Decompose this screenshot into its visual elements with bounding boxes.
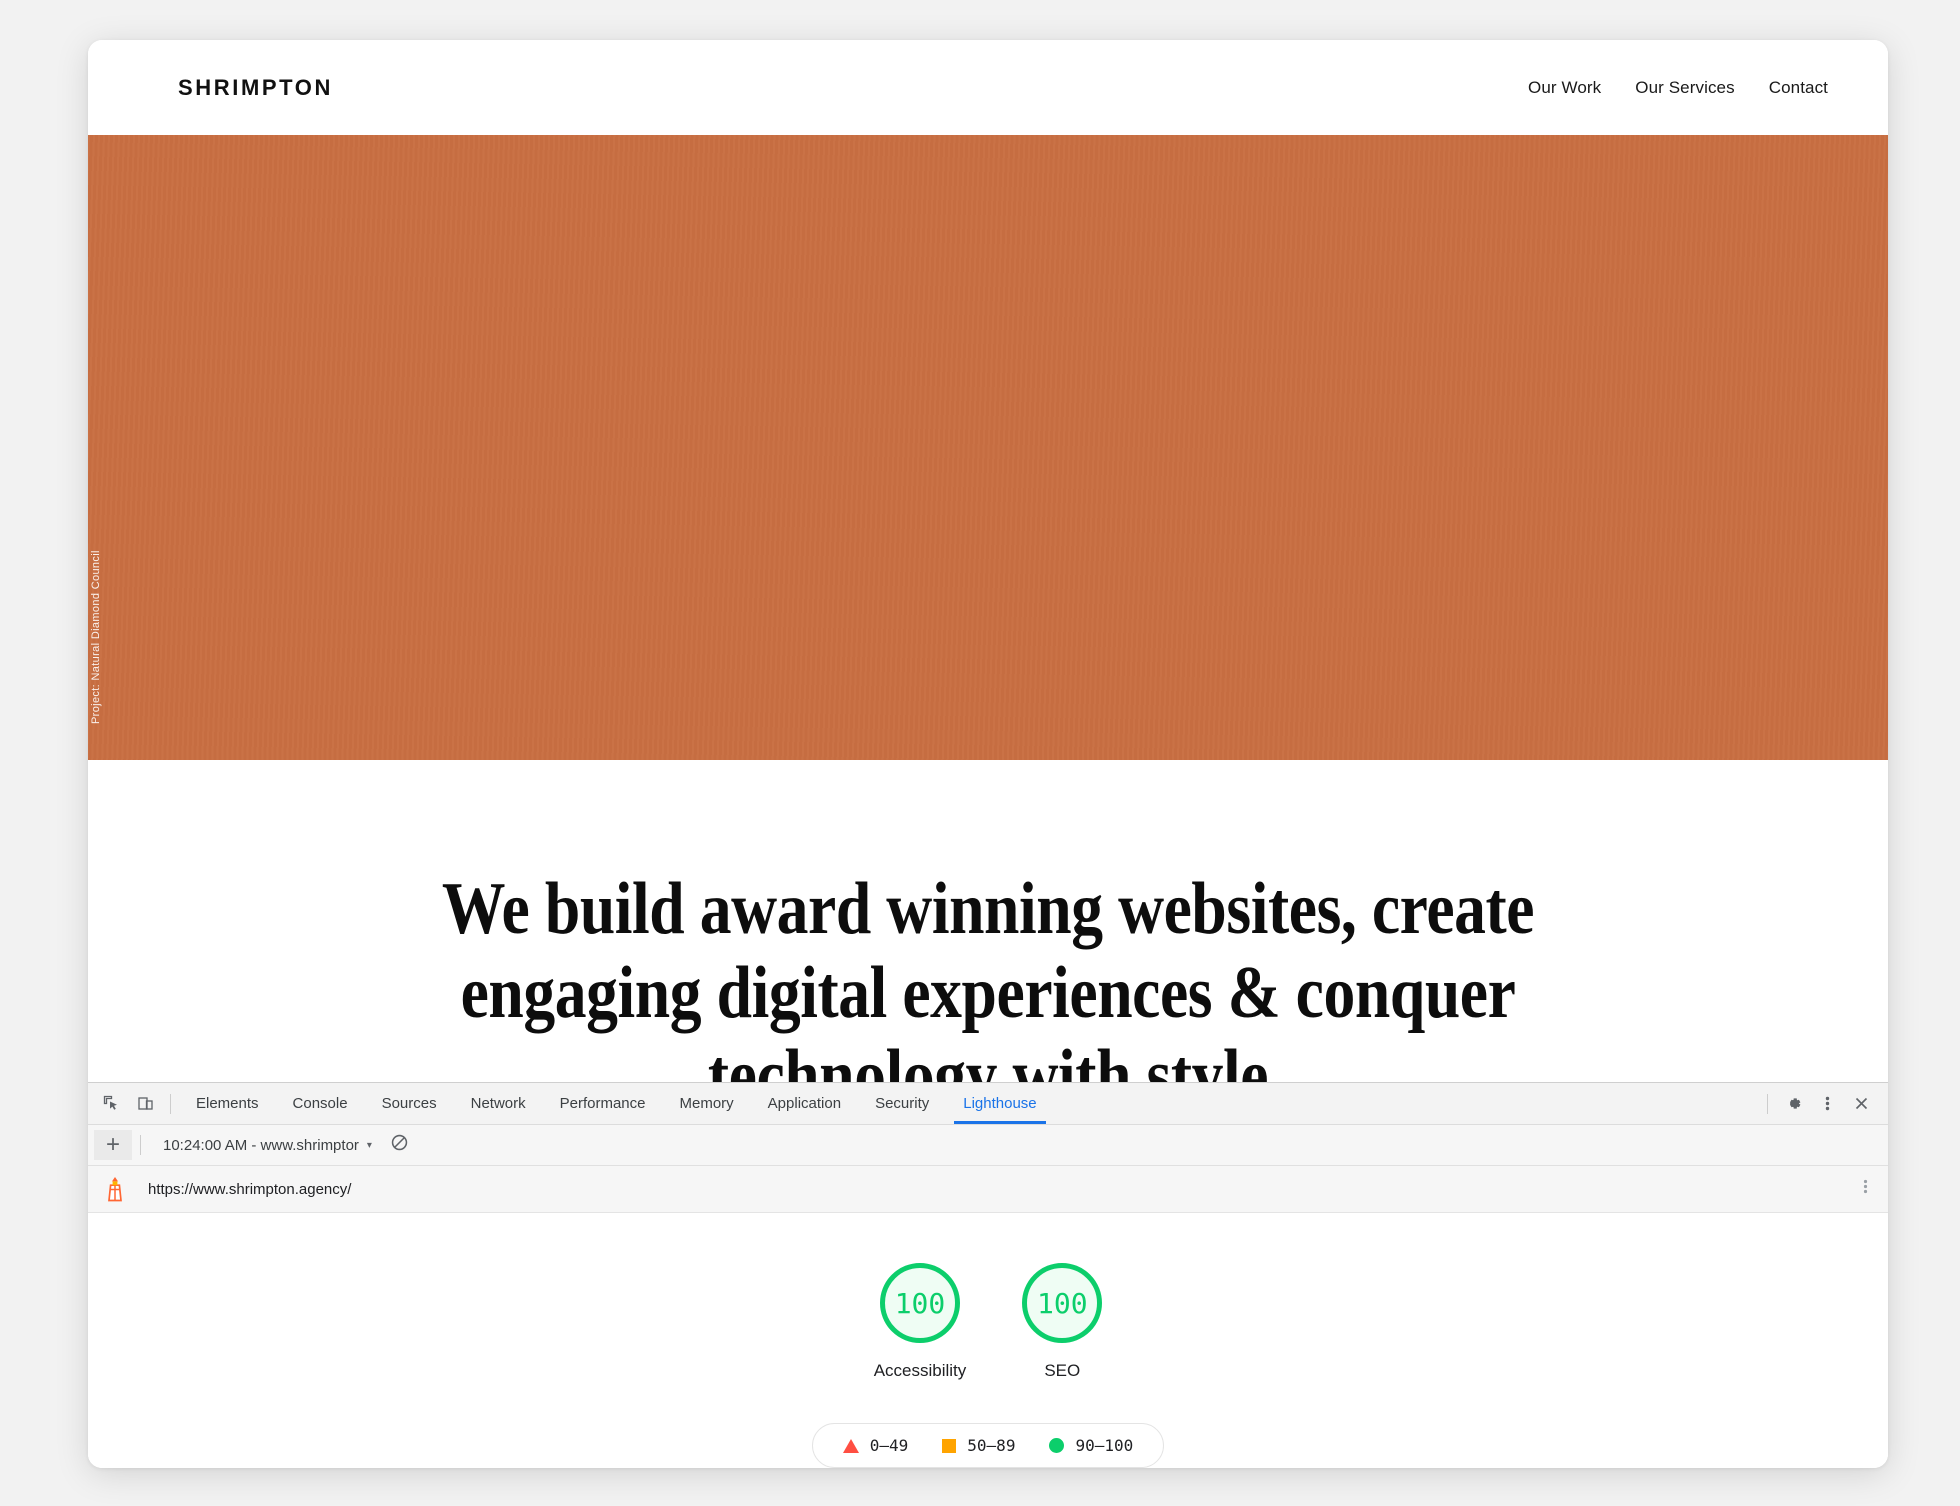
run-selector-label: 10:24:00 AM - www.shrimptor (163, 1136, 359, 1154)
headline-section: We build award winning websites, create … (88, 760, 1888, 1119)
tab-application[interactable]: Application (751, 1083, 858, 1124)
gauge-seo[interactable]: 100 SEO (1022, 1263, 1103, 1381)
gauge-score-accessibility: 100 (880, 1263, 960, 1343)
gauge-label-accessibility: Accessibility (873, 1361, 967, 1380)
gauge-accessibility[interactable]: 100 Accessibility (873, 1263, 967, 1381)
lighthouse-icon (104, 1176, 126, 1202)
devtools-panel: Elements Console Sources Network Perform… (88, 1082, 1888, 1468)
gear-icon[interactable] (1776, 1089, 1810, 1119)
tab-performance[interactable]: Performance (543, 1083, 663, 1124)
tab-lighthouse[interactable]: Lighthouse (946, 1083, 1053, 1125)
triangle-icon (842, 1438, 859, 1453)
nav-item-contact[interactable]: Contact (1769, 78, 1828, 98)
score-gauges: 100 Accessibility 100 SEO (874, 1263, 1103, 1381)
chevron-down-icon: ▾ (366, 1139, 372, 1151)
legend-item-average: 50–89 (942, 1436, 1015, 1455)
lighthouse-report: 100 Accessibility 100 SEO 0–49 50–89 90–… (88, 1213, 1888, 1468)
score-legend: 0–49 50–89 90–100 (811, 1423, 1165, 1468)
legend-range-pass: 90–100 (1075, 1436, 1134, 1455)
gauge-score-seo: 100 (1022, 1263, 1103, 1343)
tab-memory[interactable]: Memory (663, 1083, 751, 1124)
hero-section: Project: Natural Diamond Council (88, 135, 1888, 760)
legend-item-fail: 0–49 (842, 1436, 909, 1455)
toolbar-divider (170, 1093, 171, 1114)
site-header: SHRIMPTON Our Work Our Services Contact (88, 40, 1888, 135)
legend-item-pass: 90–100 (1049, 1436, 1133, 1455)
close-icon[interactable] (1844, 1089, 1878, 1119)
run-selector[interactable]: 10:24:00 AM - www.shrimptor ▾ (163, 1137, 372, 1154)
report-menu-icon[interactable] (1857, 1178, 1874, 1200)
main-navigation: Our Work Our Services Contact (1528, 78, 1828, 98)
devtools-toolbar-actions (1759, 1089, 1888, 1119)
browser-window: SHRIMPTON Our Work Our Services Contact … (88, 40, 1888, 1468)
lighthouse-run-toolbar: + 10:24:00 AM - www.shrimptor ▾ (88, 1125, 1888, 1167)
tab-console[interactable]: Console (276, 1083, 365, 1124)
nav-item-our-work[interactable]: Our Work (1528, 78, 1601, 98)
toolbar-divider-right (1767, 1093, 1768, 1114)
report-url: https://www.shrimpton.agency/ (148, 1180, 352, 1198)
circle-icon (1049, 1438, 1065, 1453)
square-icon (942, 1438, 957, 1453)
tab-security[interactable]: Security (858, 1083, 946, 1124)
subbar-divider (140, 1135, 141, 1156)
tab-elements[interactable]: Elements (179, 1083, 276, 1124)
more-vertical-icon[interactable] (1810, 1089, 1844, 1119)
hero-image-credit: Project: Natural Diamond Council (90, 550, 102, 724)
devtools-tabbar: Elements Console Sources Network Perform… (88, 1083, 1888, 1126)
inspect-element-icon[interactable] (94, 1089, 128, 1119)
hero-image (88, 135, 1888, 760)
new-audit-button[interactable]: + (94, 1130, 132, 1161)
devtools-tab-list: Elements Console Sources Network Perform… (179, 1083, 1054, 1125)
legend-range-fail: 0–49 (869, 1436, 909, 1455)
gauge-label-seo: SEO (1044, 1361, 1081, 1380)
tab-sources[interactable]: Sources (365, 1083, 454, 1124)
device-toolbar-icon[interactable] (128, 1089, 162, 1119)
no-entry-icon[interactable] (390, 1133, 409, 1157)
report-url-bar: https://www.shrimpton.agency/ (88, 1166, 1888, 1213)
brand-logo[interactable]: SHRIMPTON (178, 75, 333, 101)
tab-network[interactable]: Network (454, 1083, 543, 1124)
legend-range-average: 50–89 (967, 1436, 1016, 1455)
nav-item-our-services[interactable]: Our Services (1635, 78, 1734, 98)
